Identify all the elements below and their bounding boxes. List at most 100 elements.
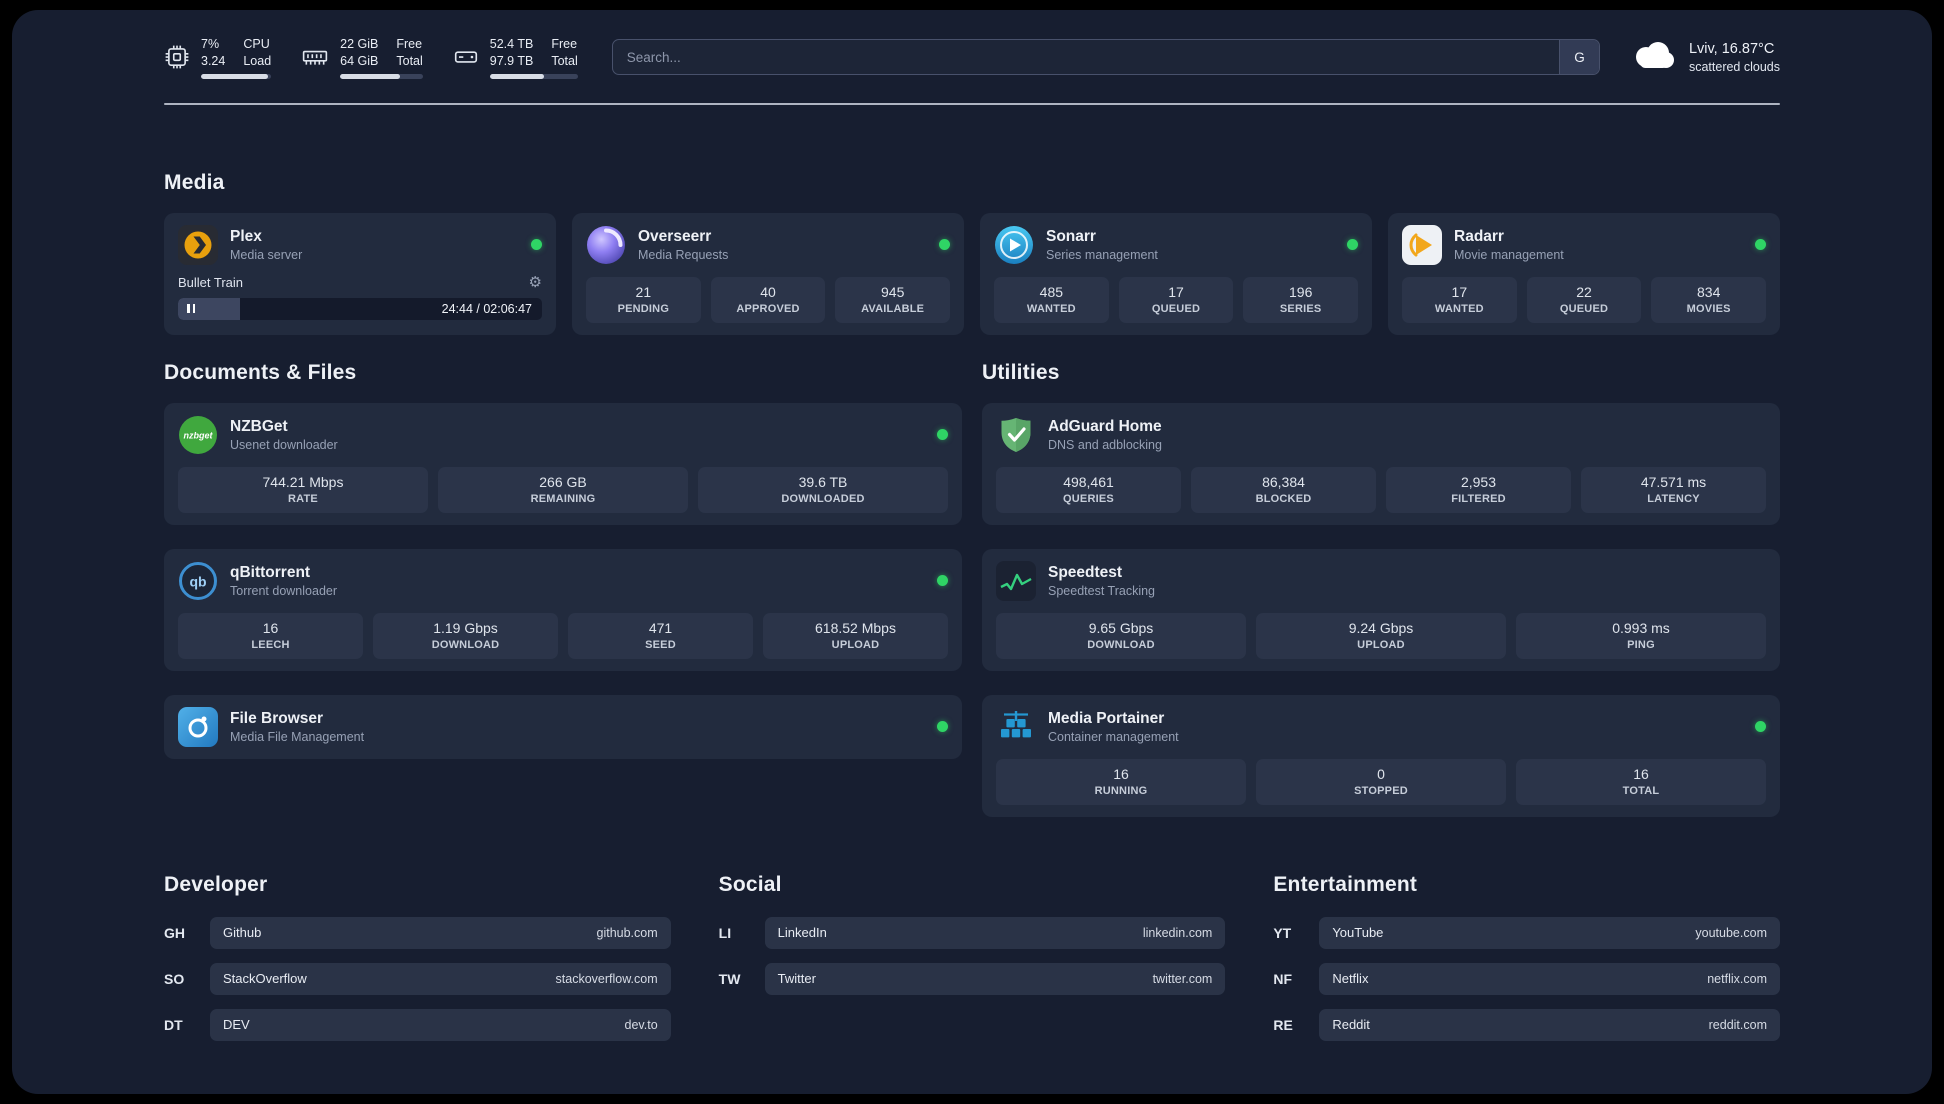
nzbget-icon: nzbget (178, 415, 218, 455)
status-online-dot (939, 239, 950, 251)
app-name: Media Portainer (1048, 709, 1165, 727)
bookmark-link-github[interactable]: Github github.com (210, 916, 671, 949)
stat-tile: 2,953 FILTERED (1386, 466, 1571, 513)
ram-usage-bar (340, 73, 423, 79)
stat-tile: 945 AVAILABLE (835, 276, 951, 323)
stat-tile: 0 STOPPED (1256, 758, 1506, 805)
service-card-portainer[interactable]: Media Portainer Container management 16 R… (982, 694, 1780, 817)
status-online-dot (1755, 239, 1766, 251)
app-name: Overseerr (638, 227, 712, 245)
app-subtitle: Container management (1048, 729, 1179, 744)
bookmark-link-dev[interactable]: DEV dev.to (210, 1008, 671, 1041)
stat-tile: 834 MOVIES (1651, 276, 1767, 323)
cpu-icon (164, 44, 190, 70)
status-online-dot (937, 721, 948, 733)
bookmark-row: YT YouTube youtube.com (1273, 916, 1780, 949)
service-card-overseerr[interactable]: Overseerr Media Requests 21 PENDING 40 APP… (572, 212, 964, 335)
service-card-radarr[interactable]: Radarr Movie management 17 WANTED 22 QUEUE… (1388, 212, 1780, 335)
bookmark-row: RE Reddit reddit.com (1273, 1008, 1780, 1041)
stat-tile: 22 QUEUED (1526, 276, 1642, 323)
bookmark-row: TW Twitter twitter.com (719, 962, 1226, 995)
bookmark-abbr: NF (1273, 970, 1292, 987)
disk-label-free: Free (551, 37, 578, 51)
app-subtitle: Media File Management (230, 729, 365, 744)
bookmark-link-stackoverflow[interactable]: StackOverflow stackoverflow.com (210, 962, 671, 995)
bookmark-abbr: YT (1273, 924, 1292, 941)
cpu-percent: 7% (201, 37, 220, 51)
cpu-label: CPU (243, 37, 270, 51)
bookmark-link-reddit[interactable]: Reddit reddit.com (1319, 1008, 1780, 1041)
pause-icon[interactable] (187, 304, 195, 314)
stat-tile: 618.52 Mbps UPLOAD (763, 612, 948, 659)
section-title-documents: Documents & Files (164, 360, 357, 384)
stat-tile: 40 APPROVED (710, 276, 826, 323)
status-online-dot (1347, 239, 1358, 251)
search-engine-button[interactable]: G (1558, 40, 1599, 75)
section-developer: Developer GH Github github.com SO StackOv… (164, 873, 671, 1041)
bookmark-abbr: DT (164, 1016, 183, 1033)
system-monitors: 7% 3.24 CPU Load 22 GiB 64 GiB Free Tota… (164, 36, 578, 79)
bookmark-link-twitter[interactable]: Twitter twitter.com (764, 962, 1226, 995)
bookmark-link-youtube[interactable]: YouTube youtube.com (1319, 916, 1780, 949)
weather-condition: scattered clouds (1688, 59, 1780, 74)
overseerr-icon (586, 225, 626, 265)
disk-label-total: Total (551, 53, 578, 68)
section-title-social: Social (718, 872, 782, 896)
stat-tile: 0.993 ms PING (1516, 612, 1766, 659)
bookmark-row: DT DEV dev.to (164, 1008, 671, 1041)
section-utilities: Utilities AdGuard Home DNS and adblockin… (982, 361, 1780, 817)
service-card-plex[interactable]: Plex Media server Bullet Train ⚙ 24:44 /… (164, 212, 556, 335)
section-title-utilities: Utilities (982, 360, 1060, 384)
section-title-entertainment: Entertainment (1273, 872, 1418, 896)
bookmark-abbr: GH (164, 924, 185, 941)
stat-tile: 17 QUEUED (1118, 276, 1234, 323)
speedtest-icon (996, 560, 1036, 601)
stat-tile: 16 RUNNING (996, 758, 1246, 805)
stat-tile: 47.571 ms LATENCY (1581, 466, 1766, 513)
radarr-icon (1402, 224, 1442, 265)
bookmark-link-linkedin[interactable]: LinkedIn linkedin.com (764, 916, 1226, 949)
service-card-adguard[interactable]: AdGuard Home DNS and adblocking 498,461 Q… (982, 402, 1780, 525)
app-subtitle: Series management (1046, 247, 1158, 262)
bookmark-abbr: SO (164, 970, 185, 987)
stat-tile: 21 PENDING (586, 276, 701, 323)
stat-tile: 1.19 Gbps DOWNLOAD (373, 612, 558, 659)
app-subtitle: Media Requests (638, 247, 729, 262)
app-subtitle: Speedtest Tracking (1048, 583, 1156, 598)
search-bar[interactable]: G (611, 39, 1600, 76)
app-name: Speedtest (1048, 563, 1123, 581)
status-online-dot (937, 575, 948, 587)
topbar-divider (164, 102, 1780, 105)
gear-icon[interactable]: ⚙ (529, 275, 542, 290)
search-input[interactable] (612, 40, 1559, 75)
ram-free: 22 GiB (340, 37, 379, 51)
service-card-speedtest[interactable]: Speedtest Speedtest Tracking 9.65 Gbps DO… (982, 548, 1780, 671)
status-online-dot (937, 429, 948, 441)
playback-time: 24:44 / 02:06:47 (441, 301, 532, 316)
service-card-nzbget[interactable]: nzbget NZBGet Usenet downloader 744.21 M… (164, 402, 962, 525)
ram-icon (301, 44, 329, 70)
status-online-dot (1755, 721, 1766, 733)
bookmark-row: LI LinkedIn linkedin.com (718, 916, 1226, 949)
bookmark-abbr: RE (1273, 1016, 1293, 1033)
service-card-sonarr[interactable]: Sonarr Series management 485 WANTED 17 QUE… (980, 212, 1372, 335)
stat-tile: 16 TOTAL (1516, 758, 1766, 805)
playback-progress-bar[interactable]: 24:44 / 02:06:47 (178, 297, 542, 320)
section-documents: Documents & Files nzbget NZBGet Usenet d… (164, 361, 962, 817)
app-name: File Browser (230, 709, 324, 727)
app-name: Plex (230, 227, 262, 245)
service-card-qbittorrent[interactable]: qb qBittorrent Torrent downloader 16 LEEC… (164, 548, 962, 671)
stat-tile: 17 WANTED (1402, 276, 1517, 323)
stat-tile: 86,384 BLOCKED (1191, 466, 1376, 513)
bookmark-link-netflix[interactable]: Netflix netflix.com (1319, 962, 1780, 995)
service-card-filebrowser[interactable]: File Browser Media File Management (164, 694, 962, 759)
filebrowser-icon (178, 706, 218, 747)
stat-tile: 485 WANTED (994, 276, 1109, 323)
memory-monitor: 22 GiB 64 GiB Free Total (301, 36, 423, 79)
stat-tile: 9.65 Gbps DOWNLOAD (996, 612, 1246, 659)
cpu-label-2: Load (243, 53, 272, 68)
bookmark-abbr: LI (718, 924, 732, 941)
app-name: Sonarr (1046, 227, 1096, 245)
now-playing-title: Bullet Train (178, 274, 244, 290)
bookmark-row: NF Netflix netflix.com (1273, 962, 1780, 995)
